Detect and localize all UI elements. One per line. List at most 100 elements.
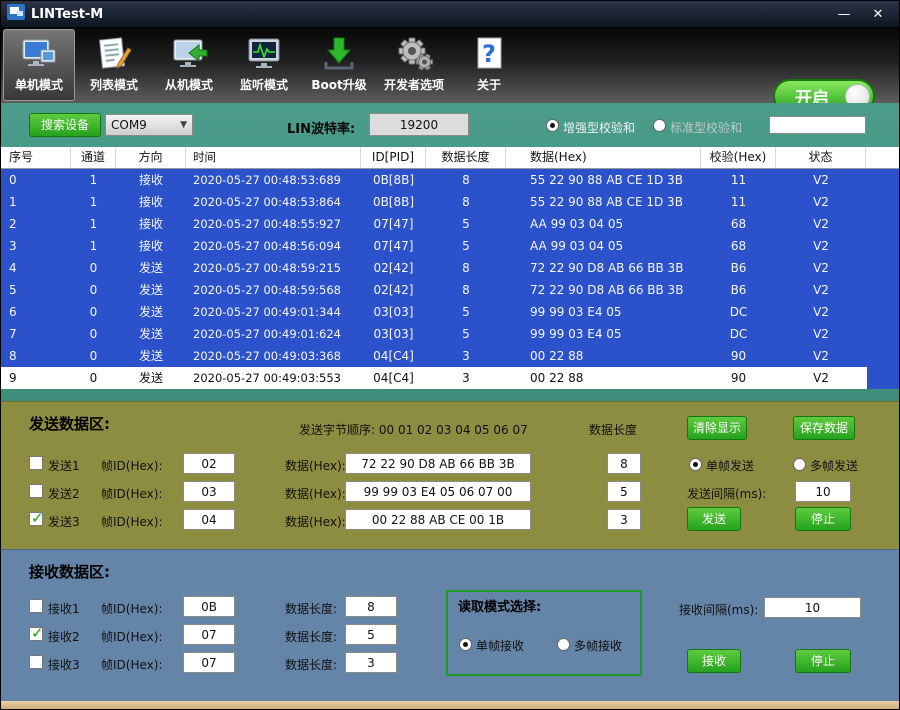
send3-label: 发送3 — [48, 513, 80, 530]
byte-order-label: 发送字节顺序: 00 01 02 03 04 05 06 07 — [299, 421, 528, 438]
radio-standard-checksum[interactable] — [653, 119, 666, 132]
table-header-cell[interactable]: 时间 — [186, 147, 361, 168]
table-cell: 发送 — [116, 323, 186, 345]
frame-id-label: 帧ID(Hex): — [101, 600, 162, 617]
table-row[interactable]: 11接收2020-05-27 00:48:53:8640B[8B]855 22 … — [1, 191, 900, 213]
toolbar-item-single-mode[interactable]: 单机模式 — [3, 29, 75, 101]
table-cell: 0B[8B] — [361, 191, 426, 213]
table-cell: 8 — [1, 345, 71, 367]
table-header-cell[interactable]: 数据长度 — [426, 147, 506, 168]
send1-data-input[interactable] — [345, 453, 531, 474]
send2-data-input[interactable] — [345, 481, 531, 502]
receive-interval-input[interactable] — [764, 597, 861, 618]
table-header-cell[interactable]: 状态 — [776, 147, 866, 168]
send-button[interactable]: 发送 — [687, 507, 741, 531]
table-cell: V2 — [776, 191, 866, 213]
table-cell: 1 — [71, 213, 116, 235]
toolbar-item-about[interactable]: ? 关于 — [453, 29, 525, 101]
question-mark-icon: ? — [469, 32, 509, 76]
table-row[interactable]: 90发送2020-05-27 00:49:03:55304[C4]300 22 … — [1, 367, 867, 389]
table-cell: 接收 — [116, 213, 186, 235]
table-cell: 1 — [71, 235, 116, 257]
table-cell: V2 — [776, 213, 866, 235]
send2-length-input[interactable] — [607, 481, 641, 502]
table-row[interactable]: 31接收2020-05-27 00:48:56:09407[47]5AA 99 … — [1, 235, 900, 257]
frame-id-label: 帧ID(Hex): — [101, 628, 162, 645]
toolbar-item-slave-mode[interactable]: 从机模式 — [153, 29, 225, 101]
table-cell: B6 — [701, 279, 776, 301]
table-header-cell[interactable]: 校验(Hex) — [701, 147, 776, 168]
stop-send-button[interactable]: 停止 — [795, 507, 851, 531]
save-data-button[interactable]: 保存数据 — [793, 416, 855, 440]
table-cell: 55 22 90 88 AB CE 1D 3B — [506, 169, 701, 191]
checkbox-receive1[interactable]: ✓ — [29, 599, 43, 613]
send-interval-input[interactable] — [795, 481, 851, 502]
table-cell: 8 — [426, 169, 506, 191]
table-row[interactable]: 40发送2020-05-27 00:48:59:21502[42]872 22 … — [1, 257, 900, 279]
app-window: LINTest-M — ✕ 单机模式 列表模式 从机模式 监听 — [0, 0, 900, 710]
table-header-cell[interactable]: 数据(Hex) — [506, 147, 701, 168]
receive2-id-input[interactable] — [183, 624, 235, 645]
send2-id-input[interactable] — [183, 481, 235, 502]
table-cell: 99 99 03 E4 05 — [506, 323, 701, 345]
clear-display-button[interactable]: 清除显示 — [687, 416, 747, 440]
table-row[interactable]: 50发送2020-05-27 00:48:59:56802[42]872 22 … — [1, 279, 900, 301]
send1-length-input[interactable] — [607, 453, 641, 474]
com-port-select[interactable]: COM9 ▼ — [105, 114, 193, 136]
checkbox-send3[interactable]: ✓ — [29, 512, 43, 526]
toolbar-item-boot-upgrade[interactable]: Boot升级 — [303, 29, 375, 101]
table-cell: 90 — [701, 345, 776, 367]
baud-rate-input[interactable] — [369, 113, 469, 136]
single-receive-label: 单帧接收 — [476, 637, 524, 654]
receive-interval-label: 接收间隔(ms): — [679, 601, 758, 618]
send3-length-input[interactable] — [607, 509, 641, 530]
table-cell: 2020-05-27 00:49:01:624 — [186, 323, 361, 345]
send3-data-input[interactable] — [345, 509, 531, 530]
table-cell: 07[47] — [361, 235, 426, 257]
radio-single-receive[interactable] — [459, 638, 472, 651]
toolbar-item-list-mode[interactable]: 列表模式 — [78, 29, 150, 101]
svg-text:?: ? — [482, 40, 496, 68]
radio-multi-send[interactable] — [793, 458, 806, 471]
radio-multi-receive[interactable] — [557, 638, 570, 651]
toolbar-item-label: Boot升级 — [311, 76, 366, 93]
toolbar-item-developer-options[interactable]: 开发者选项 — [378, 29, 450, 101]
list-document-icon — [94, 32, 134, 76]
receive3-id-input[interactable] — [183, 652, 235, 673]
data-hex-label: 数据(Hex): — [285, 457, 346, 474]
table-row[interactable]: 60发送2020-05-27 00:49:01:34403[03]599 99 … — [1, 301, 900, 323]
table-row[interactable]: 70发送2020-05-27 00:49:01:62403[03]599 99 … — [1, 323, 900, 345]
toolbar-item-label: 从机模式 — [165, 76, 213, 93]
receive-button[interactable]: 接收 — [687, 649, 741, 673]
table-row[interactable]: 21接收2020-05-27 00:48:55:92707[47]5AA 99 … — [1, 213, 900, 235]
close-button[interactable]: ✕ — [861, 7, 895, 22]
receive3-length-input[interactable] — [345, 652, 397, 673]
radio-enhanced-checksum[interactable] — [546, 119, 559, 132]
checkbox-receive2[interactable]: ✓ — [29, 627, 43, 641]
length-label: 数据长度: — [285, 628, 337, 645]
receive2-length-input[interactable] — [345, 624, 397, 645]
stop-receive-button[interactable]: 停止 — [795, 649, 851, 673]
table-cell: 发送 — [116, 301, 186, 323]
checkbox-send1[interactable]: ✓ — [29, 456, 43, 470]
send3-id-input[interactable] — [183, 509, 235, 530]
checkbox-receive3[interactable]: ✓ — [29, 655, 43, 669]
toolbar-item-listen-mode[interactable]: 监听模式 — [228, 29, 300, 101]
settings-right-input[interactable] — [769, 116, 866, 134]
receive1-id-input[interactable] — [183, 596, 235, 617]
table-cell: 发送 — [116, 345, 186, 367]
table-row[interactable]: 01接收2020-05-27 00:48:53:6890B[8B]855 22 … — [1, 169, 900, 191]
radio-single-send[interactable] — [689, 458, 702, 471]
search-device-button[interactable]: 搜索设备 — [29, 113, 101, 137]
table-header-cell[interactable]: 方向 — [116, 147, 186, 168]
table-header-cell[interactable]: ID[PID] — [361, 147, 426, 168]
table-row[interactable]: 80发送2020-05-27 00:49:03:36804[C4]300 22 … — [1, 345, 900, 367]
checkbox-send2[interactable]: ✓ — [29, 484, 43, 498]
minimize-button[interactable]: — — [827, 7, 861, 22]
table-cell: 03[03] — [361, 323, 426, 345]
send1-id-input[interactable] — [183, 453, 235, 474]
table-header-cell[interactable]: 序号 — [1, 147, 71, 168]
table-header-cell[interactable]: 通道 — [71, 147, 116, 168]
table-cell: AA 99 03 04 05 — [506, 235, 701, 257]
receive1-length-input[interactable] — [345, 596, 397, 617]
